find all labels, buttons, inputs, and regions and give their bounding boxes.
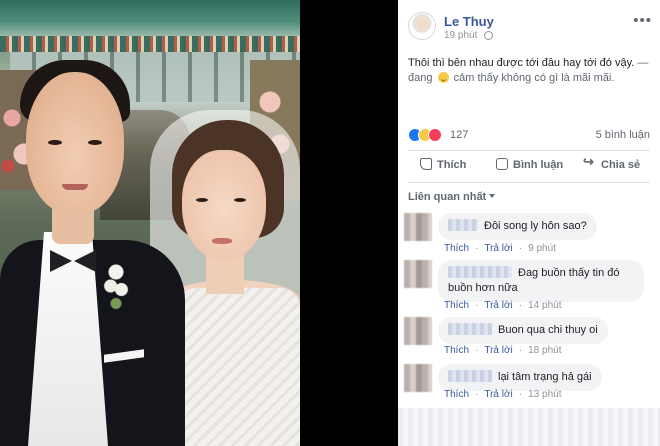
feeling-text: cảm thấy không có gì là mãi mãi. xyxy=(453,72,615,84)
share-button[interactable]: Chia sẻ xyxy=(583,154,641,171)
comment-label: Bình luận xyxy=(513,159,564,171)
commenter-avatar[interactable] xyxy=(404,213,432,241)
comment-time[interactable]: 14 phút xyxy=(528,300,561,311)
share-icon xyxy=(583,154,596,170)
groom-mouth xyxy=(62,184,88,190)
comment-bubble: Buon qua chi thuy oi xyxy=(438,317,608,344)
smile-emoji-icon xyxy=(437,72,449,83)
action-bar: Thích Bình luận Chia sẻ xyxy=(408,154,650,180)
comment-like-link[interactable]: Thích xyxy=(444,300,469,311)
comment-reply-link[interactable]: Trả lời xyxy=(484,345,512,356)
comment-reply-link[interactable]: Trả lời xyxy=(484,300,512,311)
comment-like-link[interactable]: Thích xyxy=(444,243,469,254)
commenter-name-blurred[interactable] xyxy=(448,219,478,231)
post-header: Le Thuy 19 phút ••• xyxy=(408,12,652,44)
post-time[interactable]: 19 phút xyxy=(444,30,477,41)
like-label: Thích xyxy=(437,159,467,171)
comment-like-link[interactable]: Thích xyxy=(444,389,469,400)
groom-face xyxy=(26,72,124,214)
commenter-name-blurred[interactable] xyxy=(448,323,492,335)
bride-eye-left xyxy=(196,198,208,202)
reactions-bar[interactable]: 127 5 bình luận xyxy=(408,128,650,144)
comment-time[interactable]: 13 phút xyxy=(528,389,561,400)
like-icon xyxy=(420,158,432,170)
comment-text: Đôi song ly hôn sao? xyxy=(484,220,587,232)
globe-icon xyxy=(484,31,493,40)
post-panel: Le Thuy 19 phút ••• Thôi thì bên nhau đư… xyxy=(398,0,660,446)
sort-label: Liên quan nhất xyxy=(408,191,487,203)
comment-reply-link[interactable]: Trả lời xyxy=(484,243,512,254)
like-button[interactable]: Thích xyxy=(420,158,466,171)
commenter-avatar[interactable] xyxy=(404,260,432,288)
more-icon[interactable]: ••• xyxy=(633,12,652,29)
comment-meta: Thích · Trả lời · 18 phút xyxy=(444,345,562,356)
lightbox-gap xyxy=(300,0,398,446)
boutonniere xyxy=(98,258,134,328)
comment-text: Buon qua chi thuy oi xyxy=(498,324,598,336)
author-name[interactable]: Le Thuy xyxy=(444,14,494,29)
caret-down-icon xyxy=(489,194,496,198)
comment-button[interactable]: Bình luận xyxy=(496,158,563,171)
reaction-count[interactable]: 127 xyxy=(450,129,468,141)
comment-bubble: Đag buồn thấy tin đó buồn hơn nữa xyxy=(438,260,644,302)
comment-count[interactable]: 5 bình luận xyxy=(596,129,650,141)
palace-roof xyxy=(0,0,300,36)
comment-time[interactable]: 9 phút xyxy=(528,243,556,254)
share-label: Chia sẻ xyxy=(601,159,641,171)
bride-eye-right xyxy=(234,198,246,202)
divider xyxy=(408,150,650,151)
comment-text: lại tâm trạng hả gái xyxy=(498,371,592,383)
comment-like-link[interactable]: Thích xyxy=(444,345,469,356)
commenter-name-blurred[interactable] xyxy=(448,370,492,382)
bowtie xyxy=(50,250,96,272)
post-text: Thôi thì bên nhau được tới đâu hay tới đ… xyxy=(408,56,650,86)
wedding-photo[interactable] xyxy=(0,0,300,446)
comment-meta: Thích · Trả lời · 14 phút xyxy=(444,300,562,311)
comment-meta: Thích · Trả lời · 9 phút xyxy=(444,243,556,254)
commenter-avatar[interactable] xyxy=(404,317,432,345)
comment-bubble: lại tâm trạng hả gái xyxy=(438,364,602,391)
comment-icon xyxy=(496,158,508,170)
bride-dress xyxy=(176,288,300,446)
author-avatar[interactable] xyxy=(408,12,436,40)
comment-meta: Thích · Trả lời · 13 phút xyxy=(444,389,562,400)
bride-neck xyxy=(206,254,244,294)
love-reaction-icon xyxy=(428,128,442,142)
sort-dropdown[interactable]: Liên quan nhất xyxy=(408,191,496,203)
next-comment-blurred xyxy=(398,408,660,446)
groom-eye-left xyxy=(48,140,62,145)
groom-eye-right xyxy=(88,140,102,145)
post-message: Thôi thì bên nhau được tới đâu hay tới đ… xyxy=(408,57,635,69)
commenter-avatar[interactable] xyxy=(404,364,432,392)
bride-mouth xyxy=(212,238,232,244)
roof-eaves xyxy=(0,36,300,52)
divider xyxy=(408,182,650,183)
commenter-name-blurred[interactable] xyxy=(448,266,512,278)
comment-reply-link[interactable]: Trả lời xyxy=(484,389,512,400)
comment-time[interactable]: 18 phút xyxy=(528,345,561,356)
comment-bubble: Đôi song ly hôn sao? xyxy=(438,213,597,240)
